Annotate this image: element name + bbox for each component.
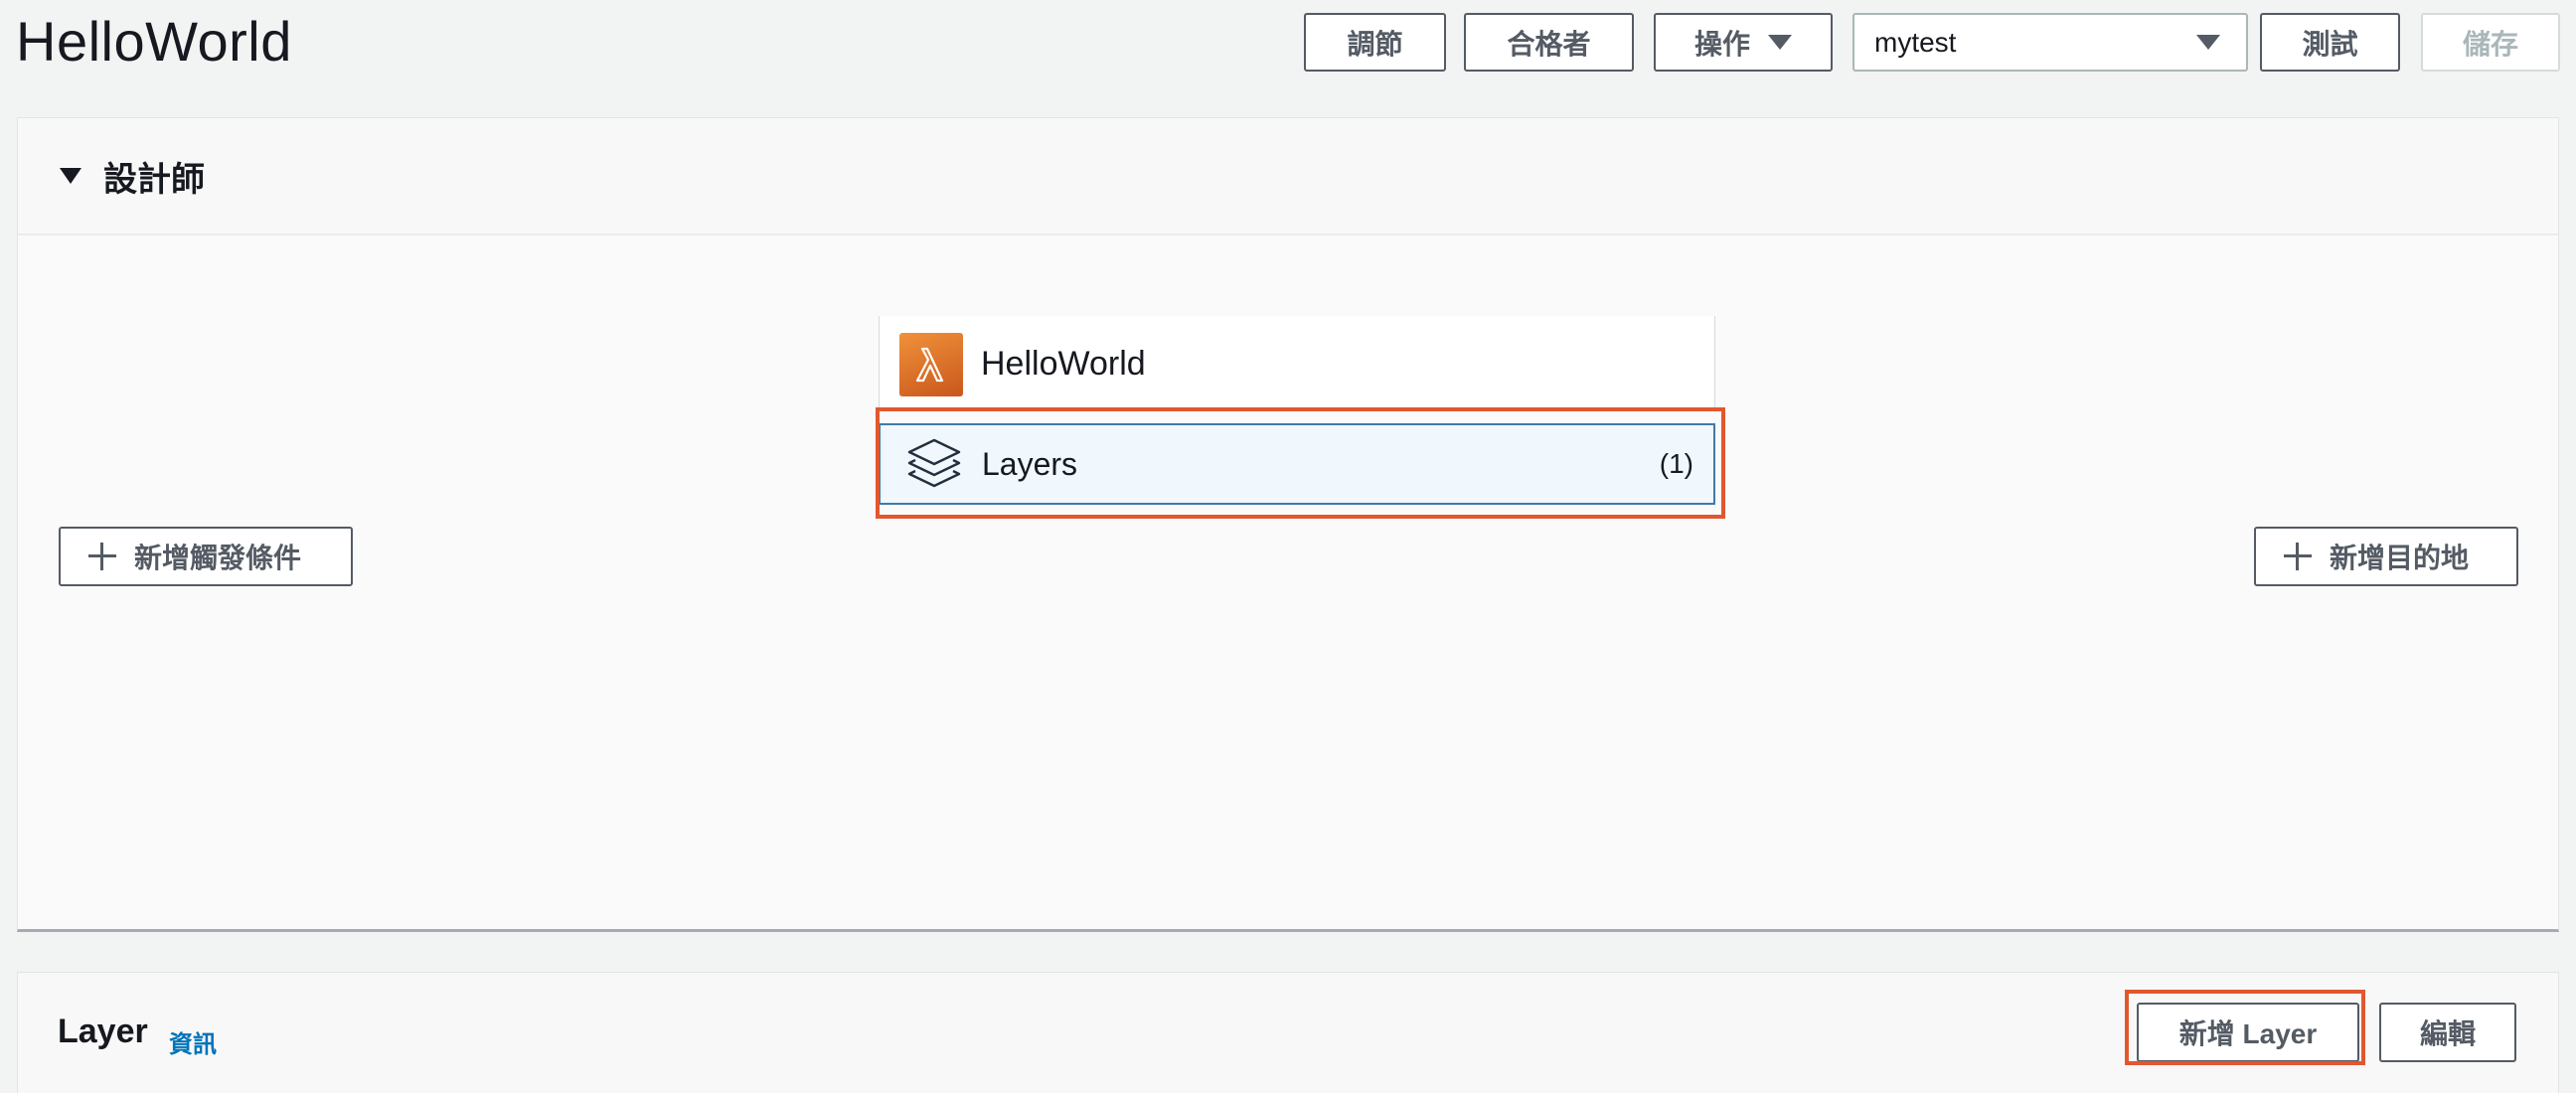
- designer-panel-header[interactable]: 設計師: [18, 118, 2558, 235]
- test-event-select[interactable]: mytest: [1852, 13, 2248, 72]
- plus-icon: [2284, 543, 2312, 570]
- actions-button-label: 操作: [1693, 28, 1750, 60]
- edit-label: 編輯: [2419, 1018, 2476, 1049]
- test-button-label: 測試: [2302, 28, 2358, 60]
- caret-down-icon: [2196, 35, 2220, 50]
- qualifiers-button-label: 合格者: [1507, 28, 1591, 60]
- save-button[interactable]: 儲存: [2421, 13, 2560, 72]
- test-event-select-value: mytest: [1874, 26, 1957, 58]
- test-button[interactable]: 測試: [2260, 13, 2400, 72]
- add-destination-button[interactable]: 新增目的地: [2254, 527, 2518, 586]
- qualifiers-button[interactable]: 合格者: [1464, 13, 1634, 72]
- function-name-row[interactable]: HelloWorld: [879, 316, 1715, 412]
- layer-panel-title: Layer: [58, 1013, 148, 1050]
- throttle-button-label: 調節: [1347, 28, 1403, 60]
- throttle-button[interactable]: 調節: [1304, 13, 1446, 72]
- designer-panel-title: 設計師: [103, 160, 205, 199]
- plus-icon: [88, 543, 116, 570]
- expand-triangle-icon: [60, 168, 81, 184]
- lambda-icon: [899, 332, 963, 396]
- add-trigger-label: 新增觸發條件: [134, 543, 302, 573]
- layers-highlight-box: [876, 407, 1725, 519]
- function-name: HelloWorld: [981, 345, 1146, 383]
- info-link[interactable]: 資訊: [169, 1024, 217, 1059]
- add-layer-highlight-box: [2125, 990, 2365, 1065]
- page-title: HelloWorld: [16, 10, 292, 73]
- save-button-label: 儲存: [2462, 28, 2518, 60]
- edit-button[interactable]: 編輯: [2379, 1003, 2516, 1062]
- caret-down-icon: [1768, 35, 1792, 50]
- add-destination-label: 新增目的地: [2330, 543, 2470, 573]
- designer-panel: 設計師 新增觸發條件 新增目的地 HelloWorld Layers (1): [17, 117, 2559, 932]
- add-trigger-button[interactable]: 新增觸發條件: [59, 527, 353, 586]
- function-card: HelloWorld Layers (1): [876, 316, 1725, 519]
- actions-dropdown-button[interactable]: 操作: [1654, 13, 1833, 72]
